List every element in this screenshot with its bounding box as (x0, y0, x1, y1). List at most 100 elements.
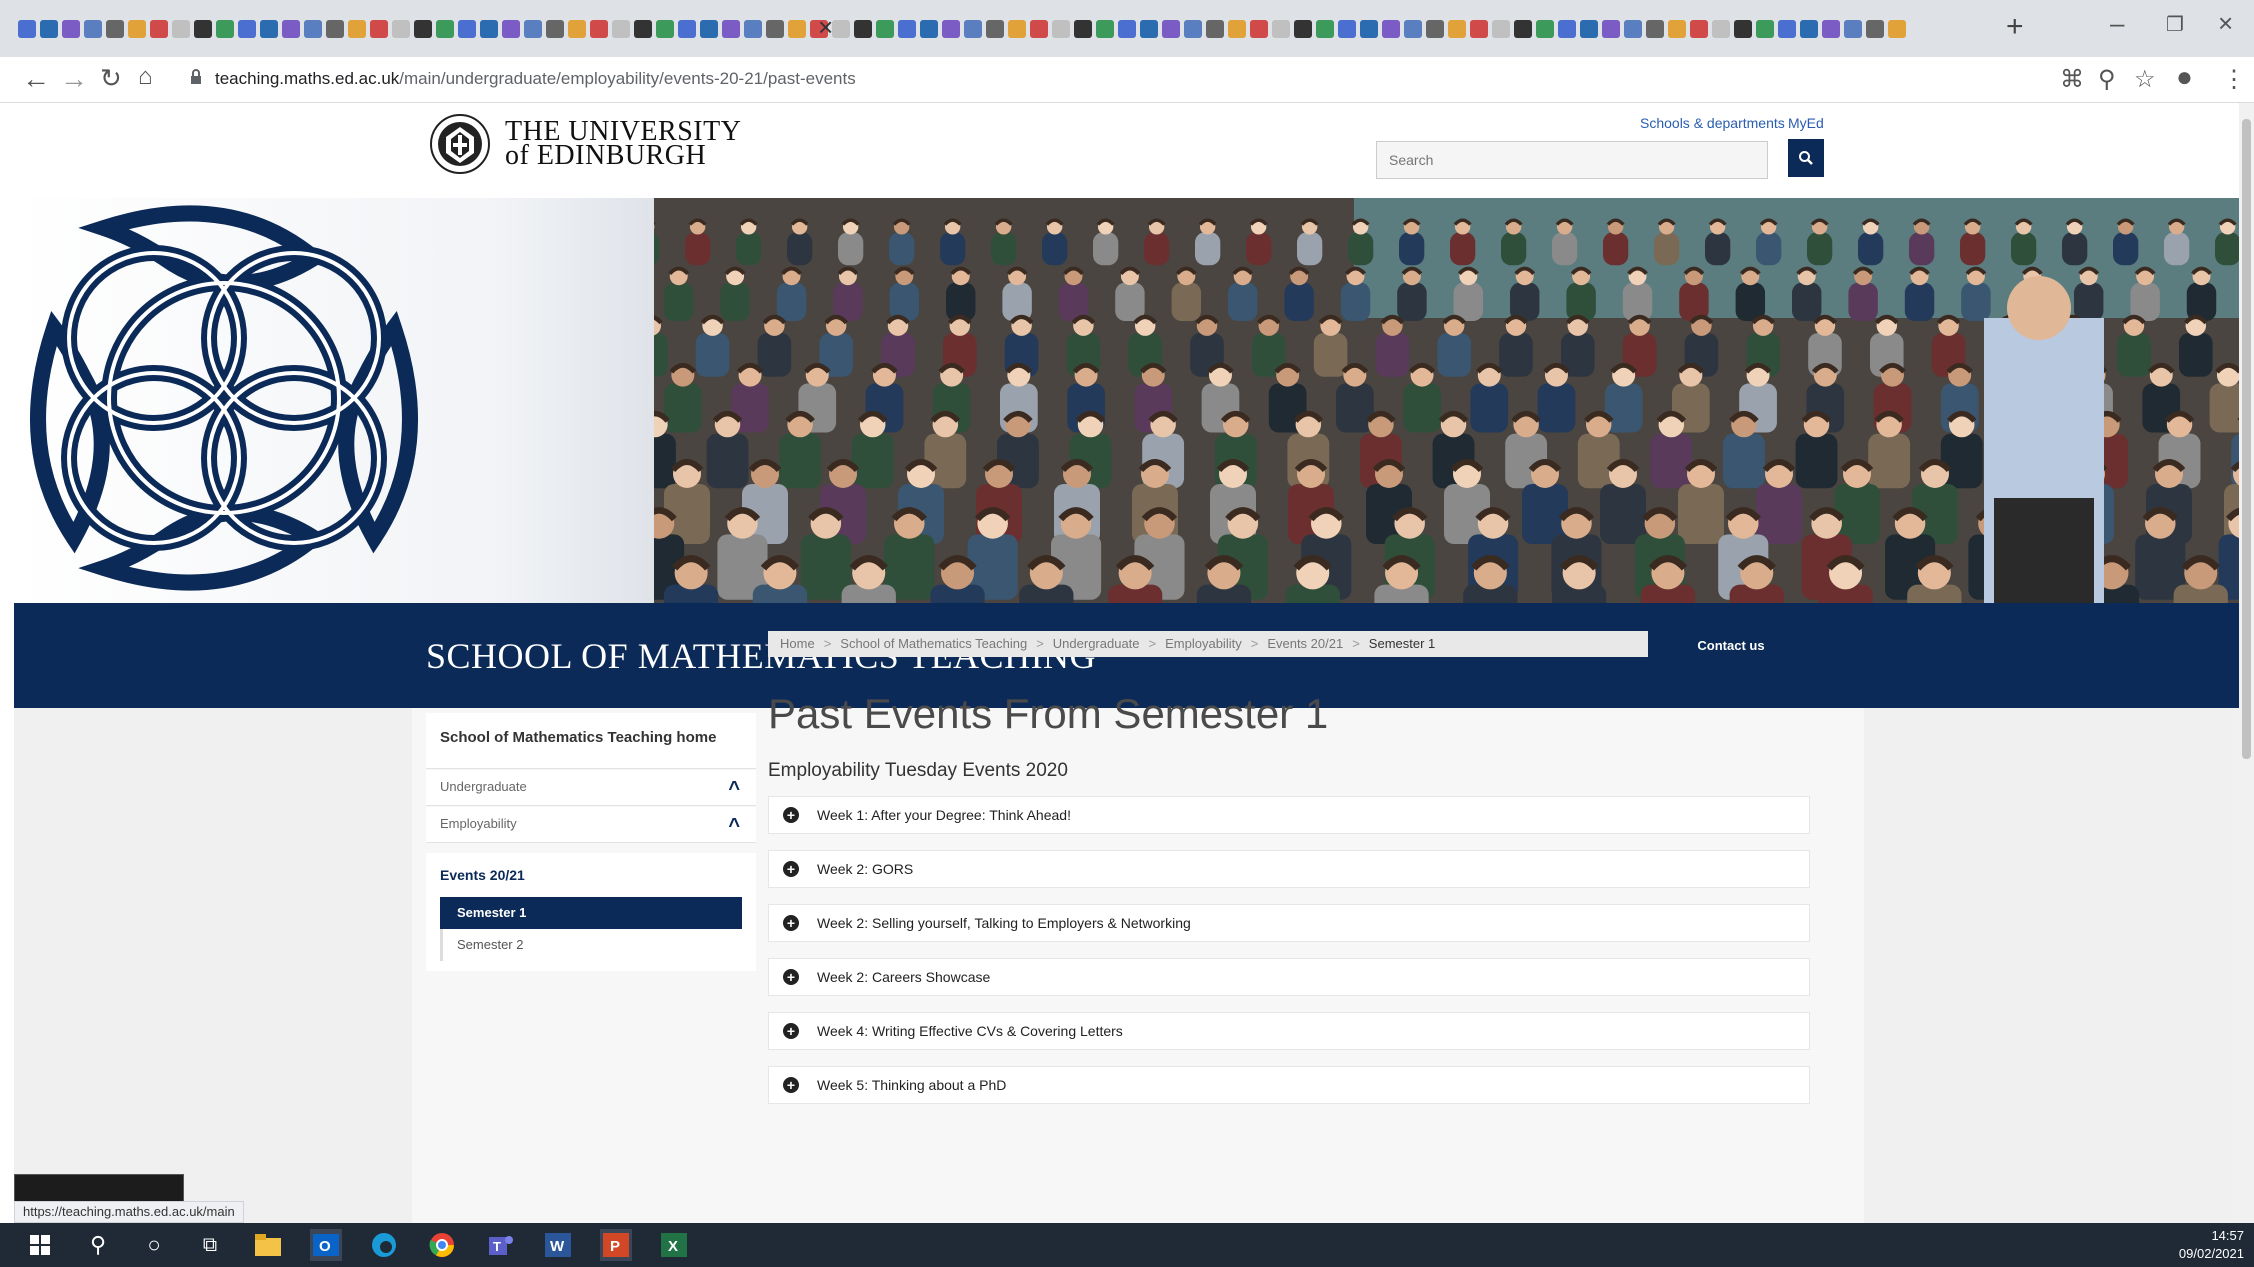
start-icon[interactable] (24, 1229, 56, 1261)
back-icon[interactable]: ← (22, 63, 50, 95)
tab-favicon[interactable] (326, 20, 344, 38)
powerpoint-icon[interactable]: P (600, 1229, 632, 1261)
minimize-icon[interactable]: – (2110, 8, 2124, 39)
tab-favicon[interactable] (1844, 20, 1862, 38)
tab-favicon[interactable] (1030, 20, 1048, 38)
chevron-up-icon[interactable]: ^ (728, 778, 740, 801)
event-accordion-row[interactable]: + Week 1: After your Degree: Think Ahead! (768, 796, 1810, 834)
tab-favicon[interactable] (766, 20, 784, 38)
tab-favicon[interactable] (1074, 20, 1092, 38)
zoom-icon[interactable]: ⚲ (2098, 65, 2116, 94)
cookie-settings-button[interactable] (14, 1174, 184, 1202)
tab-favicon[interactable] (282, 20, 300, 38)
chrome-icon[interactable] (426, 1229, 458, 1261)
tab-favicon[interactable] (546, 20, 564, 38)
tab-favicon[interactable] (106, 20, 124, 38)
tab-favicon[interactable] (1162, 20, 1180, 38)
breadcrumb-link[interactable]: School of Mathematics Teaching (840, 636, 1027, 651)
tab-favicon[interactable] (172, 20, 190, 38)
reload-icon[interactable]: ↻ (100, 63, 122, 94)
tab-favicon[interactable] (1646, 20, 1664, 38)
tab-favicon[interactable] (590, 20, 608, 38)
tab-favicon[interactable] (876, 20, 894, 38)
system-clock[interactable]: 14:57 09/02/2021 (2179, 1227, 2244, 1263)
tab-favicon[interactable] (62, 20, 80, 38)
window-close-icon[interactable]: × (2218, 8, 2233, 39)
tab-favicon[interactable] (1800, 20, 1818, 38)
tab-favicon[interactable] (502, 20, 520, 38)
tab-favicon[interactable] (260, 20, 278, 38)
close-tab-icon[interactable]: × (818, 12, 833, 43)
tab-favicon[interactable] (1096, 20, 1114, 38)
task-view-icon[interactable]: ⧉ (194, 1229, 226, 1261)
tab-favicon[interactable] (480, 20, 498, 38)
tab-favicon[interactable] (150, 20, 168, 38)
tab-favicon[interactable] (524, 20, 542, 38)
profile-icon[interactable]: ● (2176, 61, 2193, 93)
tab-favicon[interactable] (1250, 20, 1268, 38)
sidebar-item-employability[interactable]: Employability ^ (426, 807, 756, 843)
tab-favicon[interactable] (1008, 20, 1026, 38)
tab-favicon[interactable] (700, 20, 718, 38)
tab-favicon[interactable] (1470, 20, 1488, 38)
tab-favicon[interactable] (1338, 20, 1356, 38)
tab-favicon[interactable] (986, 20, 1004, 38)
tab-favicon[interactable] (1272, 20, 1290, 38)
event-accordion-row[interactable]: + Week 2: GORS (768, 850, 1810, 888)
tab-favicon[interactable] (1580, 20, 1598, 38)
expand-plus-icon[interactable]: + (783, 915, 799, 931)
tab-favicon[interactable] (898, 20, 916, 38)
sidebar-item-semester-2[interactable]: Semester 2 (440, 929, 742, 961)
tab-favicon[interactable] (1514, 20, 1532, 38)
breadcrumb-link[interactable]: Events 20/21 (1267, 636, 1343, 651)
tab-favicon[interactable] (964, 20, 982, 38)
url-field[interactable]: teaching.maths.ed.ac.uk/main/undergradua… (215, 69, 856, 89)
event-accordion-row[interactable]: + Week 4: Writing Effective CVs & Coverin… (768, 1012, 1810, 1050)
tab-favicon[interactable] (788, 20, 806, 38)
sidebar-home-link[interactable]: School of Mathematics Teaching home (426, 713, 756, 769)
tab-favicon[interactable] (832, 20, 850, 38)
event-accordion-row[interactable]: + Week 2: Selling yourself, Talking to Em… (768, 904, 1810, 942)
tab-favicon[interactable] (1558, 20, 1576, 38)
tab-favicon[interactable] (238, 20, 256, 38)
search-icon[interactable]: ⚲ (82, 1229, 114, 1261)
tab-favicon[interactable] (1184, 20, 1202, 38)
tab-favicon[interactable] (612, 20, 630, 38)
expand-plus-icon[interactable]: + (783, 1077, 799, 1093)
tab-favicon[interactable] (634, 20, 652, 38)
tab-favicon[interactable] (1206, 20, 1224, 38)
expand-plus-icon[interactable]: + (783, 807, 799, 823)
contact-us-button[interactable]: Contact us (1652, 631, 1810, 659)
event-accordion-row[interactable]: + Week 5: Thinking about a PhD (768, 1066, 1810, 1104)
outlook-icon[interactable]: O (310, 1229, 342, 1261)
tab-favicon[interactable] (1602, 20, 1620, 38)
bookmark-star-icon[interactable]: ☆ (2134, 65, 2156, 94)
myed-link[interactable]: MyEd (1788, 115, 1824, 131)
file-explorer-icon[interactable] (252, 1229, 284, 1261)
tab-favicon[interactable] (1536, 20, 1554, 38)
tab-favicon[interactable] (1690, 20, 1708, 38)
tab-favicon[interactable] (304, 20, 322, 38)
tab-favicon[interactable] (854, 20, 872, 38)
event-accordion-row[interactable]: + Week 2: Careers Showcase (768, 958, 1810, 996)
tab-favicon[interactable] (348, 20, 366, 38)
page-scrollbar[interactable] (2239, 103, 2254, 1223)
home-icon[interactable]: ⌂ (138, 63, 153, 91)
breadcrumb-link[interactable]: Home (780, 636, 815, 651)
tab-favicon[interactable] (744, 20, 762, 38)
word-icon[interactable]: W (542, 1229, 574, 1261)
tab-favicon[interactable] (414, 20, 432, 38)
scrollbar-thumb[interactable] (2242, 119, 2251, 759)
tab-favicons[interactable] (18, 14, 1998, 44)
teams-icon[interactable]: T (484, 1229, 516, 1261)
tab-favicon[interactable] (678, 20, 696, 38)
search-input[interactable] (1376, 141, 1768, 179)
tab-favicon[interactable] (568, 20, 586, 38)
schools-departments-link[interactable]: Schools & departments (1640, 115, 1785, 131)
university-logo[interactable]: THE UNIVERSITY of EDINBURGH (429, 113, 741, 175)
tab-favicon[interactable] (1316, 20, 1334, 38)
qr-icon[interactable]: ⌘ (2060, 65, 2084, 94)
menu-icon[interactable]: ⋮ (2222, 65, 2246, 94)
new-tab-icon[interactable]: + (2006, 10, 2024, 44)
tab-favicon[interactable] (1382, 20, 1400, 38)
